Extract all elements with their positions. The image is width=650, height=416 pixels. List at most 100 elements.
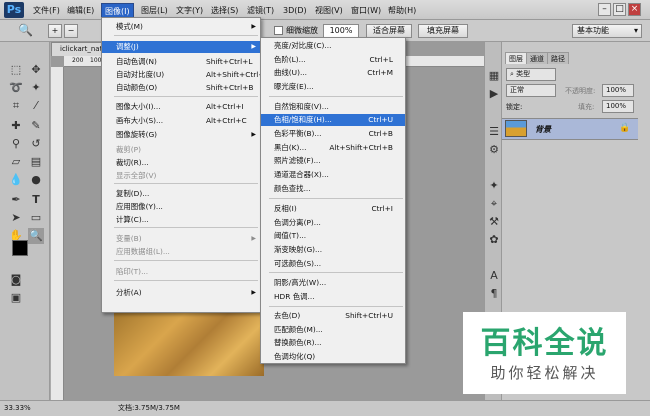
adjust-menu-item[interactable]: 颜色查找... bbox=[261, 183, 405, 195]
menu-select[interactable]: 选择(S) bbox=[208, 3, 241, 18]
lasso-tool-icon[interactable]: ➰ bbox=[8, 80, 24, 96]
adjust-menu-item[interactable]: HDR 色调... bbox=[261, 291, 405, 303]
adjust-menu-item[interactable]: 阈值(T)... bbox=[261, 230, 405, 242]
layer-kind-filter[interactable]: ⌕ 类型 bbox=[506, 68, 556, 81]
adjust-menu-item[interactable]: 曲线(U)... Ctrl+M bbox=[261, 67, 405, 79]
adjust-menu-item[interactable]: 色相/饱和度(H)... Ctrl+U bbox=[261, 114, 405, 126]
close-button[interactable]: × bbox=[628, 3, 641, 16]
tool-presets-icon[interactable]: ⚒ bbox=[486, 214, 502, 230]
menu-edit[interactable]: 编辑(E) bbox=[64, 3, 97, 18]
image-menu-item[interactable]: 调整(J) ▶ bbox=[102, 41, 260, 53]
adjust-menu-item[interactable]: 渐变映射(G)... bbox=[261, 244, 405, 256]
history-brush-icon[interactable]: ↺ bbox=[28, 136, 44, 152]
adjust-menu-item[interactable]: 色彩平衡(B)... Ctrl+B bbox=[261, 128, 405, 140]
dodge-tool-icon[interactable]: ● bbox=[28, 172, 44, 188]
pen-tool-icon[interactable]: ✒ bbox=[8, 192, 24, 208]
crop-tool-icon[interactable]: ⌗ bbox=[8, 98, 24, 114]
shape-tool-icon[interactable]: ▭ bbox=[28, 210, 44, 226]
menu-window[interactable]: 窗口(W) bbox=[348, 3, 384, 18]
adjust-menu-item[interactable]: 替换颜色(R)... bbox=[261, 337, 405, 349]
menu-help[interactable]: 帮助(H) bbox=[385, 3, 419, 18]
adjust-menu-item[interactable]: 色调分离(P)... bbox=[261, 217, 405, 229]
image-menu-item[interactable]: 应用图像(Y)... bbox=[102, 201, 260, 213]
menu-layer[interactable]: 图层(L) bbox=[138, 3, 171, 18]
screen-mode-icon[interactable]: ▣ bbox=[8, 290, 24, 306]
zoom-tool-icon[interactable]: 🔍 bbox=[28, 228, 44, 244]
fine-zoom-checkbox[interactable] bbox=[274, 26, 283, 35]
zoom-in-icon[interactable]: + bbox=[48, 24, 62, 38]
adjustments-panel-icon[interactable]: ☰ bbox=[486, 124, 502, 140]
tab-channels[interactable]: 通道 bbox=[526, 52, 548, 64]
image-menu-item[interactable]: 模式(M) ▶ bbox=[102, 21, 260, 33]
adjust-menu-item[interactable]: 阴影/高光(W)... bbox=[261, 277, 405, 289]
tab-layers[interactable]: 图层 bbox=[505, 52, 527, 64]
menu-type[interactable]: 文字(Y) bbox=[173, 3, 206, 18]
zoom-tool-icon[interactable]: 🔍 bbox=[18, 23, 33, 37]
eraser-icon[interactable]: ▱ bbox=[8, 154, 24, 170]
adjust-menu-item[interactable]: 通道混合器(X)... bbox=[261, 169, 405, 181]
zoom-percent[interactable]: 33.33% bbox=[4, 401, 31, 416]
foreground-color-swatch[interactable] bbox=[12, 240, 28, 256]
clone-stamp-icon[interactable]: ⚲ bbox=[8, 136, 24, 152]
maximize-button[interactable]: □ bbox=[613, 3, 626, 16]
type-tool-icon[interactable]: T bbox=[28, 192, 44, 208]
image-menu-item[interactable]: 自动对比度(U) Alt+Shift+Ctrl+L bbox=[102, 69, 269, 81]
zoom-out-icon[interactable]: − bbox=[64, 24, 78, 38]
adjust-menu-item[interactable]: 黑白(K)... Alt+Shift+Ctrl+B bbox=[261, 142, 405, 154]
actions-panel-icon[interactable]: ▶ bbox=[486, 86, 502, 102]
fill-input[interactable]: 100% bbox=[602, 100, 634, 113]
image-menu-item[interactable]: 图像大小(I)... Alt+Ctrl+I bbox=[102, 101, 260, 113]
adjust-menu-item[interactable]: 色阶(L)... Ctrl+L bbox=[261, 54, 405, 66]
opacity-input[interactable]: 100% bbox=[602, 84, 634, 97]
marquee-tool-icon[interactable]: ⬚ bbox=[8, 62, 24, 78]
minimize-button[interactable]: – bbox=[598, 3, 611, 16]
zoom-value-button[interactable]: 100% bbox=[323, 24, 359, 38]
brush-tool-icon[interactable]: ✎ bbox=[28, 118, 44, 134]
image-menu-item[interactable]: 图像旋转(G) ▶ bbox=[102, 129, 260, 141]
quick-mask-icon[interactable]: ◙ bbox=[8, 272, 24, 288]
brushes-panel-icon[interactable]: ✦ bbox=[486, 178, 502, 194]
image-menu-item[interactable]: 分析(A) ▶ bbox=[102, 287, 260, 299]
menu-separator bbox=[269, 272, 403, 273]
tab-paths[interactable]: 路径 bbox=[547, 52, 569, 64]
paragraph-panel-icon[interactable]: ¶ bbox=[486, 286, 502, 302]
adjust-menu-item[interactable]: 照片滤镜(F)... bbox=[261, 155, 405, 167]
image-menu-item[interactable]: 计算(C)... bbox=[102, 214, 260, 226]
menu-filter[interactable]: 滤镜(T) bbox=[244, 3, 277, 18]
adjust-menu-item[interactable]: 自然饱和度(V)... bbox=[261, 101, 405, 113]
healing-brush-icon[interactable]: ✚ bbox=[8, 118, 24, 134]
image-menu-item[interactable]: 裁切(R)... bbox=[102, 157, 260, 169]
menu-image[interactable]: 图像(I) bbox=[101, 3, 134, 18]
character-panel-icon[interactable]: A bbox=[486, 268, 502, 284]
image-menu-item[interactable]: 画布大小(S)... Alt+Ctrl+C bbox=[102, 115, 260, 127]
adjust-menu-item[interactable]: 去色(D) Shift+Ctrl+U bbox=[261, 310, 405, 322]
adjust-menu-item[interactable]: 匹配颜色(M)... bbox=[261, 324, 405, 336]
adjust-menu-item[interactable]: 反相(I) Ctrl+I bbox=[261, 203, 405, 215]
adjust-menu-item[interactable]: 曝光度(E)... bbox=[261, 81, 405, 93]
image-menu-item[interactable]: 自动色调(N) Shift+Ctrl+L bbox=[102, 56, 260, 68]
blend-mode-select[interactable]: 正常 bbox=[506, 84, 556, 97]
styles-panel-icon[interactable]: ⚙ bbox=[486, 142, 502, 158]
fit-screen-button[interactable]: 适合屏幕 bbox=[366, 24, 412, 38]
image-menu-item[interactable]: 自动颜色(O) Shift+Ctrl+B bbox=[102, 82, 260, 94]
history-panel-icon[interactable]: ▦ bbox=[486, 68, 502, 84]
menu-file[interactable]: 文件(F) bbox=[30, 3, 63, 18]
menu-3d[interactable]: 3D(D) bbox=[280, 3, 310, 18]
menu-item-label: 模式(M) bbox=[116, 22, 143, 31]
blur-tool-icon[interactable]: 💧 bbox=[8, 172, 24, 188]
workspace-select[interactable]: 基本功能 ▾ bbox=[572, 24, 642, 38]
gradient-tool-icon[interactable]: ▤ bbox=[28, 154, 44, 170]
fill-screen-button[interactable]: 填充屏幕 bbox=[418, 24, 468, 38]
move-tool-icon[interactable]: ✥ bbox=[28, 62, 44, 78]
canvas-image[interactable] bbox=[114, 308, 264, 376]
image-menu-item[interactable]: 复制(D)... bbox=[102, 188, 260, 200]
adjust-menu-item[interactable]: 亮度/对比度(C)... bbox=[261, 40, 405, 52]
menu-view[interactable]: 视图(V) bbox=[312, 3, 346, 18]
brush-preset-icon[interactable]: ✿ bbox=[486, 232, 502, 248]
adjust-menu-item[interactable]: 色调均化(Q) bbox=[261, 351, 405, 363]
adjust-menu-item[interactable]: 可选颜色(S)... bbox=[261, 258, 405, 270]
magic-wand-icon[interactable]: ✦ bbox=[28, 80, 44, 96]
tool-presets-icon[interactable]: ⌖ bbox=[486, 196, 502, 212]
path-select-icon[interactable]: ➤ bbox=[8, 210, 24, 226]
eyedropper-icon[interactable]: ⁄ bbox=[28, 98, 44, 114]
